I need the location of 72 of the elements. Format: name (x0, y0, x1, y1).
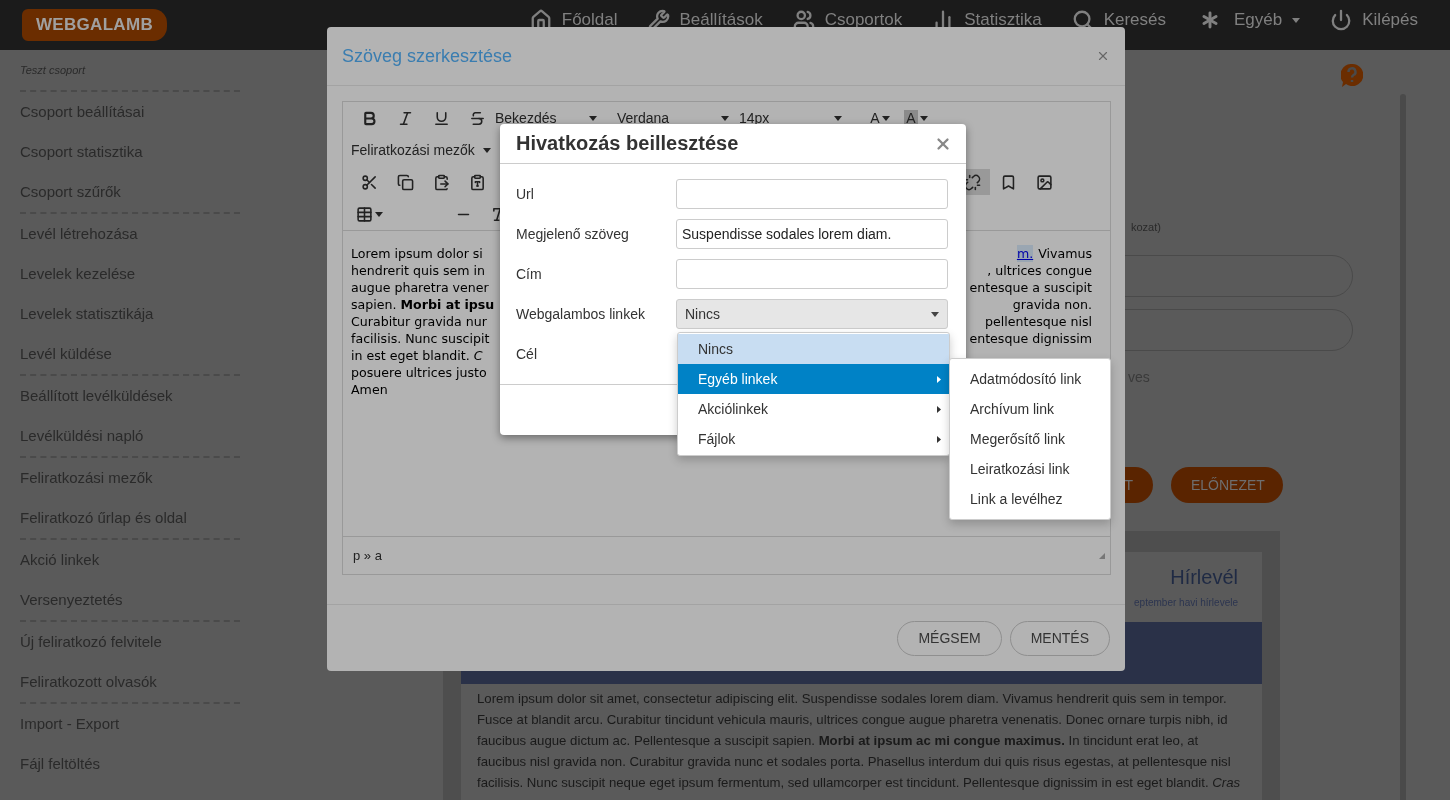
editor-text: sapien. Morbi at ipsu (351, 296, 495, 313)
menu-item[interactable]: Akciólinkek (678, 394, 949, 424)
caret-icon (374, 211, 383, 217)
paste-text-icon[interactable] (468, 173, 486, 191)
field-label: Webgalambos linkek (516, 306, 646, 322)
resize-grip-icon[interactable] (1098, 551, 1106, 560)
nav-link[interactable]: Csoportok (792, 9, 903, 31)
menu-item[interactable]: Link a levélhez (950, 484, 1110, 514)
editor-text: Curabitur gravida nur (351, 313, 487, 330)
editor-text: Vivamus (1038, 245, 1092, 262)
editor-text: entesque a suscipit (969, 279, 1092, 296)
strikethrough-icon[interactable] (468, 109, 486, 127)
menu-item[interactable]: Fájlok (678, 424, 949, 454)
link-select[interactable]: Nincs (676, 299, 948, 329)
underline-icon[interactable] (432, 109, 450, 127)
field-label: Cím (516, 266, 543, 282)
image-icon[interactable] (1035, 173, 1053, 191)
nav-link[interactable]: Egyéb (1196, 6, 1301, 34)
menu-item[interactable]: Leiratkozási link (950, 454, 1110, 484)
nav-link[interactable]: Kilépés (1330, 9, 1418, 31)
caret-icon (589, 115, 597, 121)
editor-text: gravida non. (1012, 296, 1092, 313)
format-select[interactable]: Bekezdés (495, 110, 597, 126)
fields-menu[interactable]: Feliratkozási mezők (351, 142, 491, 158)
nav-link[interactable]: Keresés (1071, 9, 1167, 31)
field-label: Url (516, 186, 535, 202)
size-select[interactable]: 14px (739, 110, 842, 126)
input-field[interactable]: Suspendisse sodales lorem diam. (676, 219, 948, 249)
paste-icon[interactable] (432, 173, 450, 191)
action-button[interactable]: ELŐNEZET (1171, 467, 1283, 503)
editor-text: facilisis. Nunc suscipit (351, 330, 490, 347)
editor-text: posuere ultrices justo (351, 364, 487, 381)
text-link[interactable]: m. (1016, 245, 1034, 262)
input-field[interactable] (676, 259, 948, 289)
table-icon[interactable] (355, 205, 373, 223)
field-label: Cél (516, 346, 538, 362)
element-path: p » a (353, 548, 382, 563)
newsletter-title: Hírlevél (1170, 566, 1238, 589)
editor-text: augue pharetra vener (351, 279, 489, 296)
font-select[interactable]: Verdana (617, 110, 729, 126)
caret-icon (919, 115, 928, 121)
editor-text: , ultrices congue (987, 262, 1092, 279)
caret-icon (931, 311, 939, 317)
close-icon[interactable] (1096, 49, 1110, 63)
menu-item[interactable]: Egyéb linkek (678, 364, 949, 394)
power-icon (1330, 9, 1353, 31)
editor-text: entesque dignissim (969, 330, 1092, 347)
editor-text: hendrerit quis sem in (351, 262, 486, 279)
text-color-button[interactable]: A (862, 105, 898, 131)
editor-text: Amen (351, 381, 388, 398)
scissors-icon[interactable] (360, 173, 378, 191)
nav-link[interactable]: Beállítások (647, 9, 763, 31)
editor-text: Lorem ipsum dolor si (351, 245, 483, 262)
logo[interactable]: WEBGALAMB (22, 9, 167, 41)
menu-item[interactable]: Adatmódosító link (950, 364, 1110, 394)
caret-icon (721, 115, 729, 121)
caret-icon (834, 115, 842, 121)
caret-icon (881, 115, 890, 121)
input-field[interactable] (676, 179, 948, 209)
dialog-title: Szöveg szerkesztése (342, 45, 513, 67)
menu-item[interactable]: Nincs (678, 334, 949, 364)
menu-item[interactable]: Archívum link (950, 394, 1110, 424)
newsletter-text: Lorem ipsum dolor sit amet, consectetur adipiscing elit. Suspendisse sodales lorem diam. Vivamus hendrerit quis sem in tempor. Fusce at blandit arcu. Curabitur tincidunt vehicula mauris, ultrices congue augue pharetra venenatis. Donec ornare turpis nibh, id faucibus augue dictum ac. Pellentesque a suscipit sapien. Morbi at ipsum ac mi congue maximus. In tincidunt erat leo, at faucibus nisl gravida non. Curabitur gravida nunc et sodales porta. Phasellus interdum dui quis risus egestas, at pellentesque nisl facilisis. Nunc suscipit neque eget ipsum fermentum, sed ullamcorper est tincidunt. Pellentesque dignissim in est eget blandit. Cras (477, 691, 1241, 790)
caret-icon (483, 147, 491, 153)
dialog-title: Hivatkozás beillesztése (516, 132, 739, 155)
editor-text: pellentesque nisl (985, 313, 1092, 330)
editor-text: in est eget blandit. C (351, 347, 483, 364)
nav-link[interactable]: Főoldal (529, 9, 618, 31)
menu-item[interactable]: Megerősítő link (950, 424, 1110, 454)
nav-link[interactable]: Statisztika (932, 9, 1042, 31)
field-label: Megjelenő szöveg (516, 226, 630, 242)
copy-icon[interactable] (396, 173, 414, 191)
